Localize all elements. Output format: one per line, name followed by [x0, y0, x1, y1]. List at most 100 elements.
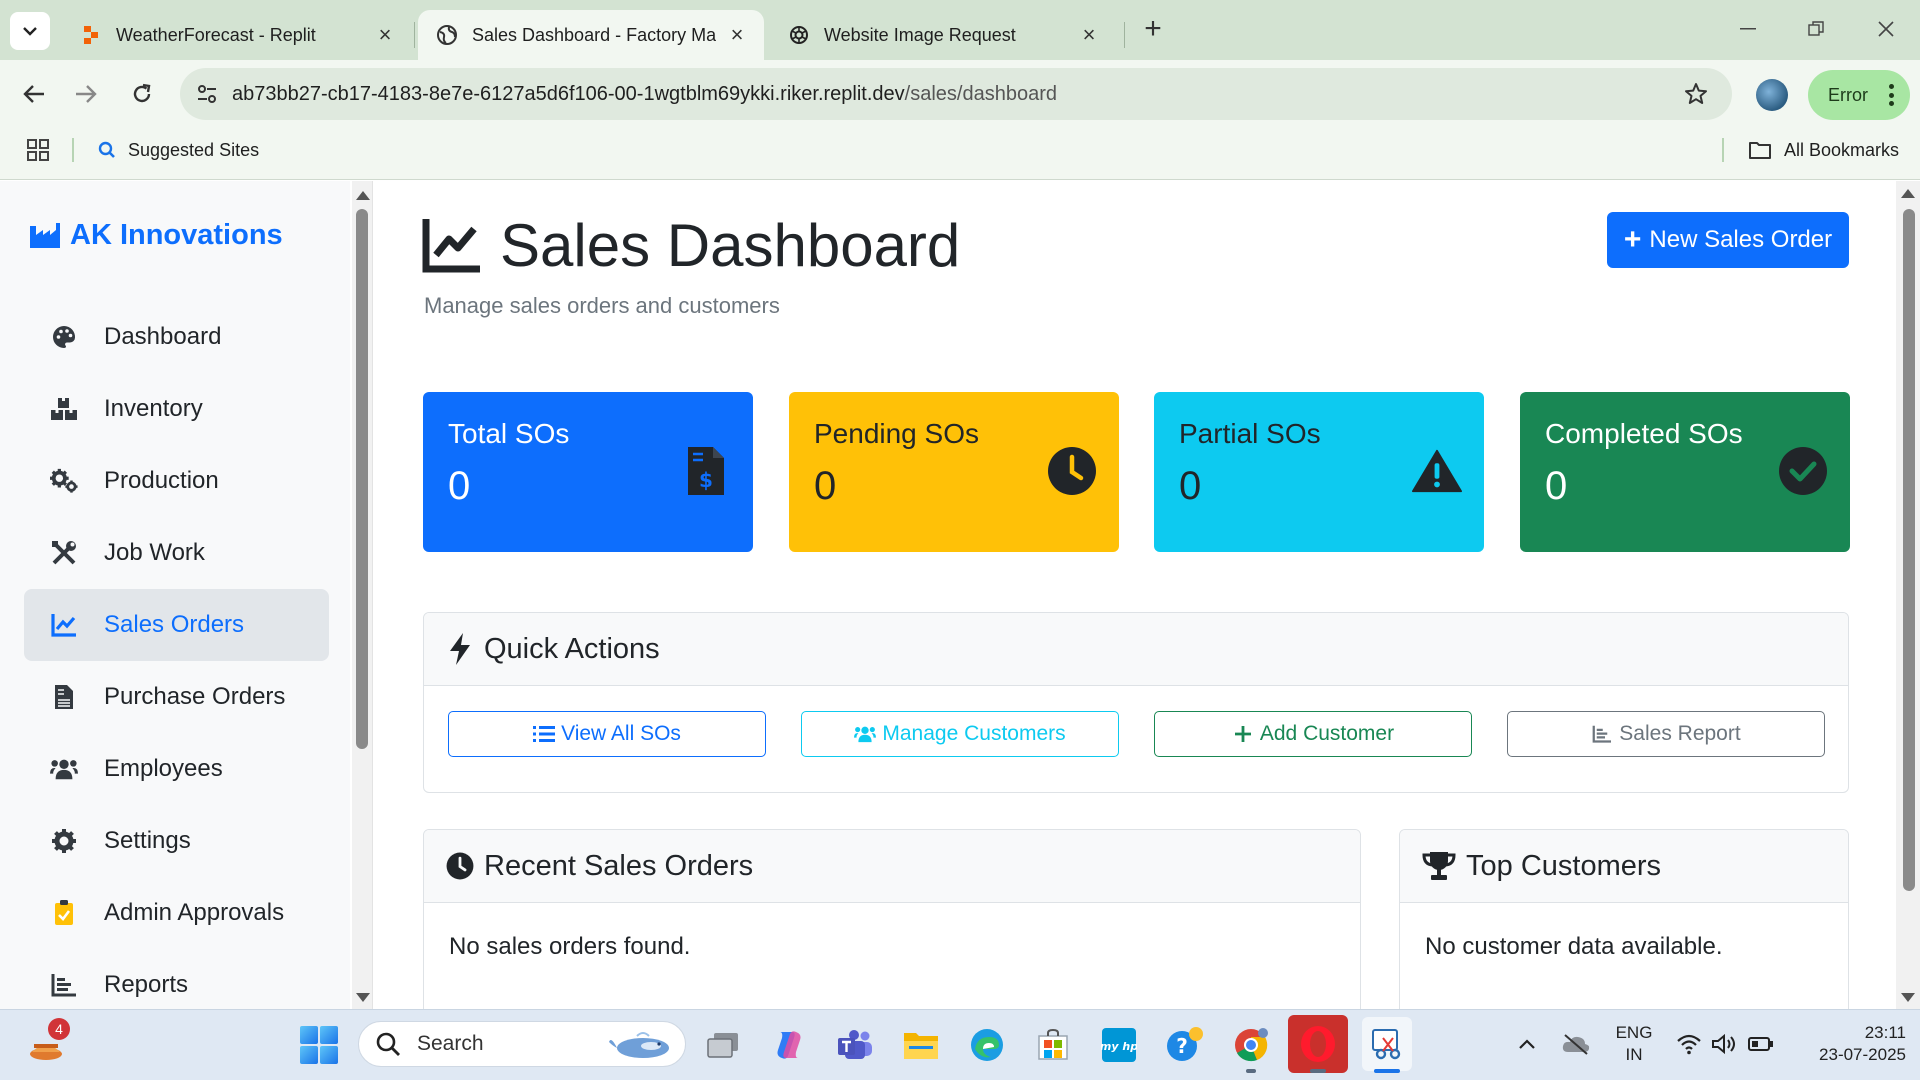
close-window-button[interactable] — [1866, 14, 1906, 44]
page-subtitle: Manage sales orders and customers — [424, 293, 780, 318]
scroll-down-arrow[interactable] — [356, 993, 370, 1002]
tab-sales-dashboard[interactable]: Sales Dashboard - Factory Mana × — [418, 10, 764, 60]
new-sales-order-button[interactable]: + New Sales Order — [1607, 212, 1849, 268]
back-button[interactable] — [14, 74, 54, 114]
stat-card-pending: Pending SOs 0 — [789, 392, 1119, 552]
tab-weatherforecast[interactable]: WeatherForecast - Replit × — [62, 10, 412, 60]
all-bookmarks-button[interactable]: All Bookmarks — [1748, 138, 1899, 162]
tab-search-button[interactable] — [10, 12, 50, 50]
gear-icon — [50, 827, 78, 855]
sidebar-item-employees[interactable]: Employees — [24, 733, 329, 805]
page-title: Sales Dashboard — [422, 212, 960, 279]
users-icon — [50, 755, 78, 783]
teams-app[interactable] — [834, 1024, 876, 1066]
close-icon[interactable]: × — [374, 22, 396, 47]
minimize-button[interactable] — [1728, 14, 1768, 44]
bookmark-star-icon[interactable] — [1682, 80, 1710, 108]
sales-report-button[interactable]: Sales Report — [1507, 711, 1825, 757]
chatgpt-icon — [788, 24, 810, 46]
sidebar-item-sales-orders[interactable]: Sales Orders — [24, 589, 329, 661]
sidebar-item-settings[interactable]: Settings — [24, 805, 329, 877]
search-icon — [376, 1032, 400, 1056]
taskbar-search[interactable]: Search — [358, 1021, 686, 1067]
input-language[interactable]: ENG IN — [1612, 1022, 1656, 1066]
profile-avatar[interactable] — [1756, 79, 1788, 111]
chevron-down-icon — [23, 27, 37, 36]
sidebar-item-dashboard[interactable]: Dashboard — [24, 301, 329, 373]
close-icon[interactable]: × — [1078, 22, 1100, 47]
svg-text:?: ? — [1176, 1034, 1188, 1058]
scroll-up-arrow[interactable] — [1901, 189, 1915, 198]
scroll-down-arrow[interactable] — [1901, 993, 1915, 1002]
scroll-up-arrow[interactable] — [356, 191, 370, 200]
chart-line-icon — [422, 219, 480, 273]
address-bar[interactable]: ab73bb27-cb17-4183-8e7e-6127a5d6f106-00-… — [180, 68, 1732, 120]
svg-text:$: $ — [699, 468, 713, 492]
bookmark-suggested-sites[interactable]: Suggested Sites — [98, 138, 259, 162]
chart-bar-icon — [50, 971, 78, 999]
show-hidden-icons-button[interactable] — [1510, 1024, 1544, 1064]
copilot-app[interactable] — [768, 1024, 810, 1066]
chart-line-icon — [50, 611, 78, 639]
sidebar-item-purchase-orders[interactable]: Purchase Orders — [24, 661, 329, 733]
task-view-button[interactable] — [702, 1024, 744, 1066]
reload-button[interactable] — [122, 74, 162, 114]
button-label: View All SOs — [561, 722, 681, 745]
windows-start-button[interactable] — [300, 1026, 338, 1064]
tab-separator — [414, 22, 415, 48]
snipping-tool-app[interactable] — [1362, 1017, 1412, 1071]
minimize-icon — [1740, 28, 1756, 30]
tab-website-image-request[interactable]: Website Image Request × — [770, 10, 1116, 60]
get-help-app[interactable]: ? — [1164, 1024, 1206, 1066]
tab-title: Sales Dashboard - Factory Mana — [472, 24, 716, 45]
restore-button[interactable] — [1796, 14, 1836, 44]
apps-grid-icon[interactable] — [26, 138, 50, 162]
warning-icon — [1412, 446, 1462, 496]
folder-icon — [904, 1033, 938, 1059]
tab-title: Website Image Request — [824, 24, 1016, 45]
profile-error-button[interactable]: Error — [1808, 70, 1910, 120]
card-title: Quick Actions — [484, 632, 660, 665]
add-customer-button[interactable]: Add Customer — [1154, 711, 1472, 757]
snipping-tool-icon — [1372, 1029, 1401, 1060]
onedrive-tray[interactable] — [1556, 1024, 1596, 1064]
sidebar-item-production[interactable]: Production — [24, 445, 329, 517]
sidebar-scroll-thumb[interactable] — [356, 209, 368, 749]
network-tray[interactable] — [1672, 1024, 1706, 1064]
opera-app[interactable] — [1288, 1015, 1348, 1073]
new-tab-button[interactable]: + — [1138, 12, 1168, 45]
url-host: ab73bb27-cb17-4183-8e7e-6127a5d6f106-00-… — [232, 82, 905, 105]
notification-badge: 4 — [48, 1018, 70, 1040]
myhp-app[interactable]: my hp — [1098, 1024, 1140, 1066]
sidebar-item-job-work[interactable]: Job Work — [24, 517, 329, 589]
stat-card-total: Total SOs 0 $ — [423, 392, 753, 552]
volume-tray[interactable] — [1708, 1024, 1742, 1064]
chrome-app[interactable] — [1230, 1024, 1272, 1066]
site-info-icon[interactable] — [194, 81, 220, 107]
view-all-sos-button[interactable]: View All SOs — [448, 711, 766, 757]
search-icon — [98, 141, 115, 158]
arrow-left-icon — [23, 85, 44, 103]
microsoft-store-app[interactable] — [1032, 1024, 1074, 1066]
stat-card-completed: Completed SOs 0 — [1520, 392, 1850, 552]
system-clock[interactable]: 23:11 23-07-2025 — [1796, 1022, 1906, 1066]
forward-button[interactable] — [66, 74, 106, 114]
main-scroll-thumb[interactable] — [1903, 209, 1915, 891]
help-icon: ? — [1167, 1027, 1203, 1061]
battery-tray[interactable] — [1744, 1024, 1778, 1064]
sidebar-item-admin-approvals[interactable]: Admin Approvals — [24, 877, 329, 949]
sidebar-item-label: Sales Orders — [104, 611, 245, 638]
folder-icon — [1749, 142, 1771, 159]
chevron-up-icon — [1519, 1039, 1535, 1049]
plus-icon: + — [1623, 223, 1642, 256]
reload-icon — [133, 83, 151, 103]
boxes-icon — [50, 395, 78, 423]
sidebar-item-reports[interactable]: Reports — [24, 949, 329, 1009]
file-explorer-app[interactable] — [900, 1024, 942, 1066]
manage-customers-button[interactable]: Manage Customers — [801, 711, 1119, 757]
close-icon[interactable]: × — [726, 22, 748, 47]
edge-app[interactable] — [966, 1024, 1008, 1066]
battery-icon — [1748, 1037, 1773, 1051]
cloud-off-icon — [1562, 1034, 1590, 1055]
sidebar-item-inventory[interactable]: Inventory — [24, 373, 329, 445]
